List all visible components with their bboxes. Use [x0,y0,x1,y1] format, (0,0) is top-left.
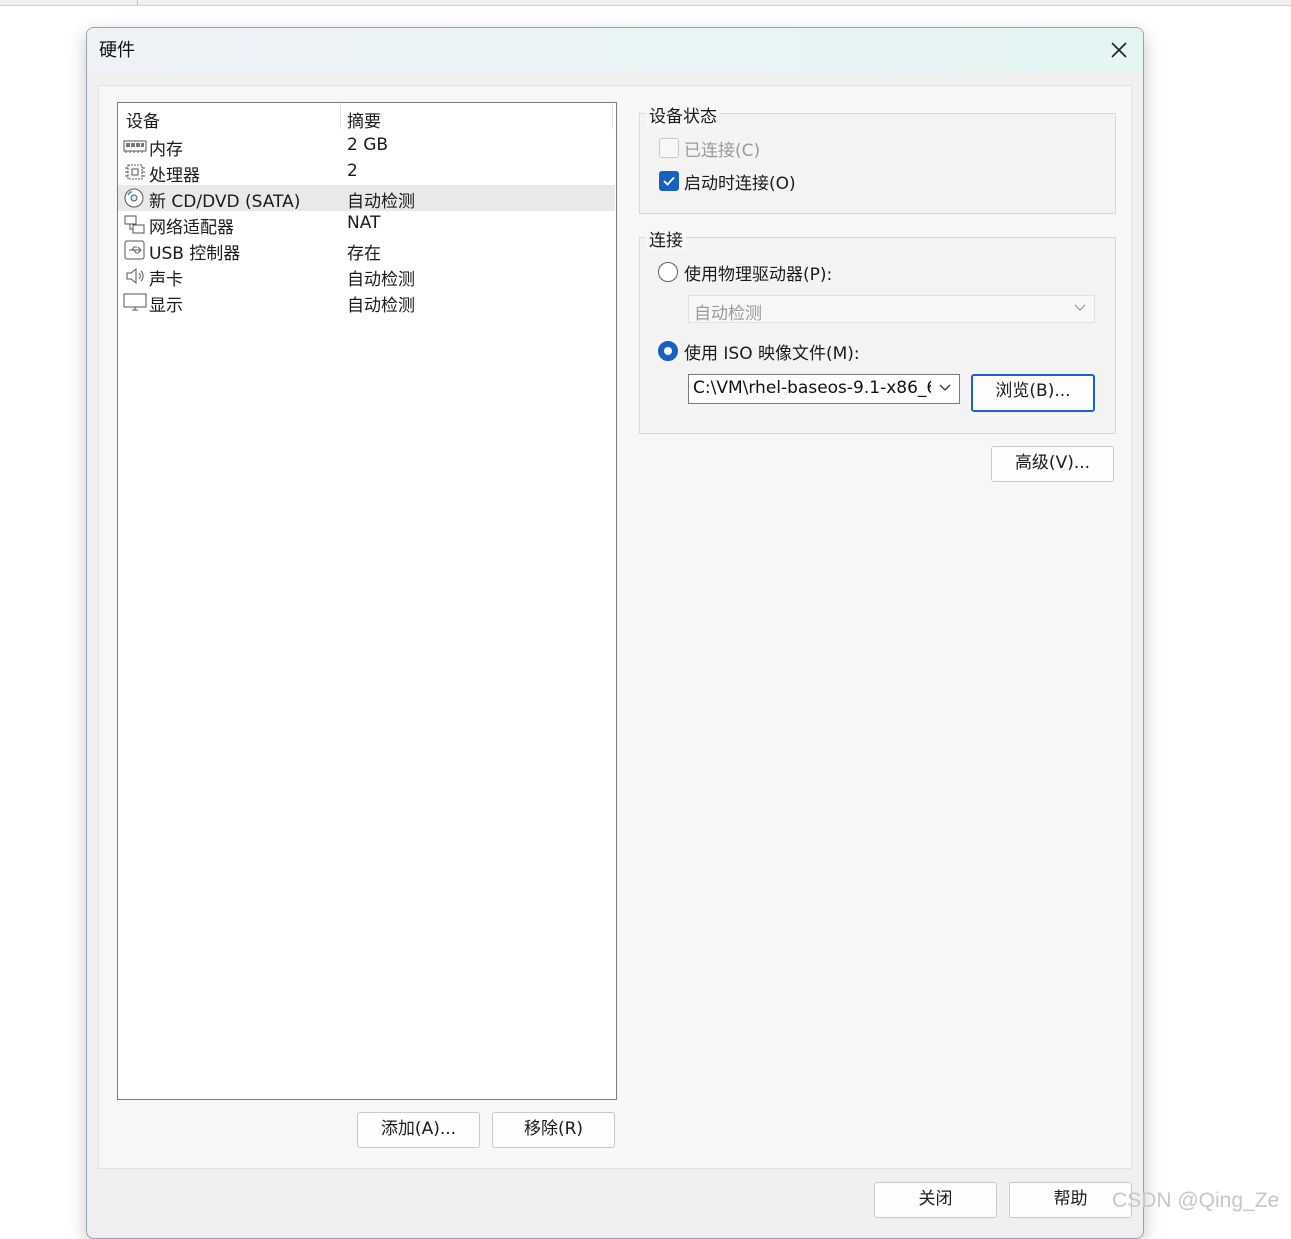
device-summary: NAT [347,213,381,233]
physical-drive-select[interactable]: 自动检测 [688,295,1095,324]
dialog-title: 硬件 [99,40,135,61]
cd-dvd-icon [123,188,147,208]
device-name: USB 控制器 [149,244,241,264]
iso-path-combobox[interactable]: C:\VM\rhel-baseos-9.1-x86_64 [688,374,960,404]
advanced-button[interactable]: 高级(V)... [991,446,1114,482]
device-name: 显示 [149,296,183,316]
add-button[interactable]: 添加(A)... [357,1112,480,1148]
device-summary: 2 GB [347,135,389,155]
usb-icon [123,240,147,260]
physical-drive-radio[interactable] [658,262,678,282]
device-status-label: 设备状态 [646,102,720,127]
device-summary: 自动检测 [347,192,415,212]
device-name: 内存 [149,140,183,160]
background-window-strip [0,0,1291,6]
speaker-icon [123,266,147,286]
browse-button[interactable]: 浏览(B)... [971,374,1095,412]
device-summary: 存在 [347,244,381,264]
remove-button[interactable]: 移除(R) [492,1112,615,1148]
monitor-icon [123,292,147,312]
device-row-network-adapter[interactable]: 网络适配器 NAT [118,211,615,238]
device-row-sound-card[interactable]: 声卡 自动检测 [118,263,615,290]
connected-label: 已连接(C) [684,141,761,161]
close-button[interactable]: 关闭 [874,1182,997,1218]
device-name: 新 CD/DVD (SATA) [149,192,301,212]
device-name: 声卡 [149,270,183,290]
device-list-header: 设备 摘要 [118,107,616,132]
device-name: 网络适配器 [149,218,234,238]
device-summary: 自动检测 [347,270,415,290]
processor-icon [123,162,147,182]
physical-drive-label: 使用物理驱动器(P): [684,265,833,285]
iso-image-label: 使用 ISO 映像文件(M): [684,344,860,364]
device-name: 处理器 [149,166,200,186]
chevron-down-icon [1074,304,1086,311]
device-row-usb[interactable]: USB 控制器 存在 [118,237,615,264]
column-header-summary[interactable]: 摘要 [347,107,381,132]
iso-path-value: C:\VM\rhel-baseos-9.1-x86_64 [693,378,931,398]
connect-on-start-label: 启动时连接(O) [684,174,796,194]
device-row-memory[interactable]: 内存 2 GB [118,133,615,160]
device-summary: 2 [347,161,358,181]
connect-on-start-checkbox[interactable] [659,171,679,191]
checkmark-icon [663,176,675,186]
network-adapter-icon [123,214,147,234]
device-row-display[interactable]: 显示 自动检测 [118,289,615,316]
connection-label: 连接 [646,226,686,251]
chevron-down-icon [939,384,951,391]
title-bar: 硬件 [87,28,1143,72]
device-status-group [639,113,1116,214]
iso-image-radio[interactable] [658,341,678,361]
device-row-processor[interactable]: 处理器 2 [118,159,615,186]
dialog-content: 设备 摘要 内存 2 GB 处理器 2 新 CD/DVD (SATA) 自动检测… [98,85,1132,1169]
close-window-button[interactable] [1095,28,1143,72]
hardware-dialog: 硬件 设备 摘要 内存 2 GB 处理器 2 新 CD/DVD (SATA) 自… [86,27,1144,1239]
watermark: CSDN @Qing_Ze [1112,1189,1280,1212]
column-header-device[interactable]: 设备 [126,107,160,132]
memory-icon [123,136,147,156]
device-list[interactable]: 设备 摘要 内存 2 GB 处理器 2 新 CD/DVD (SATA) 自动检测… [117,102,617,1100]
physical-drive-value: 自动检测 [694,304,762,324]
close-icon [1111,42,1127,58]
connected-checkbox[interactable] [659,138,679,158]
device-row-cd-dvd[interactable]: 新 CD/DVD (SATA) 自动检测 [118,185,615,212]
device-summary: 自动检测 [347,296,415,316]
